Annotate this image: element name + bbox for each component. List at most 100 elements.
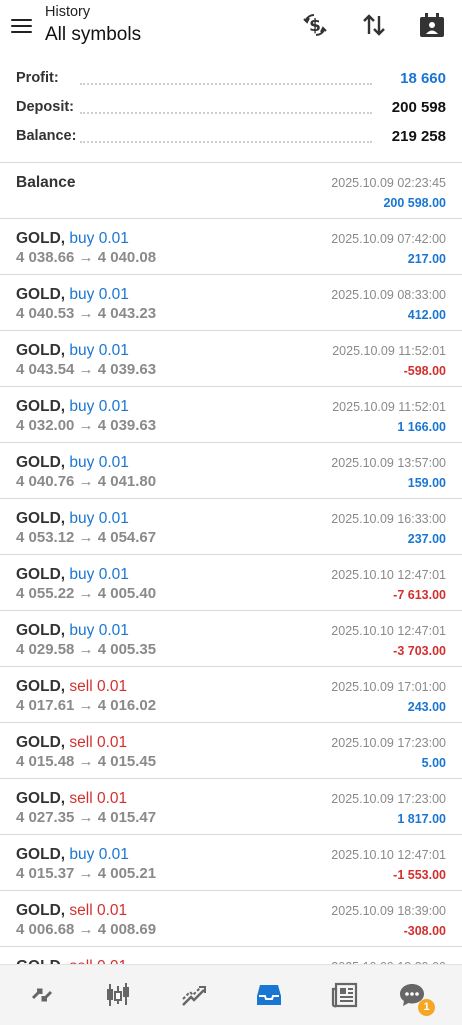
deposit-row: Deposit: 200 598 [0, 93, 462, 122]
trade-title: GOLD, buy 0.01 [16, 342, 129, 360]
trade-title: GOLD, buy 0.01 [16, 846, 129, 864]
trade-profit: 159.00 [407, 476, 446, 490]
trade-row[interactable]: GOLD, buy 0.01 4 032.00 → 4 039.63 2025.10… [0, 387, 462, 443]
trade-symbol: GOLD, [16, 790, 66, 807]
trade-row[interactable]: GOLD, buy 0.01 4 055.22 → 4 005.40 2025.10… [0, 555, 462, 611]
trade-row[interactable]: GOLD, buy 0.01 4 040.76 → 4 041.80 2025.10… [0, 443, 462, 499]
deposit-filter-icon[interactable]: $ [300, 10, 330, 40]
trade-prices: 4 027.35 → 4 015.47 [16, 809, 157, 826]
trade-row[interactable]: GOLD, sell 0.01 4 006.68 → 4 008.69 2025.1… [0, 891, 462, 947]
trade-date: 2025.10.09 11:52:01 [332, 344, 446, 358]
history-list[interactable]: Balance 2025.10.09 02:23:45 200 598.00 G… [0, 163, 462, 1003]
calendar-period-icon[interactable] [417, 10, 447, 40]
balance-value: 219 258 [391, 128, 446, 145]
trade-profit: -308.00 [403, 924, 446, 938]
trade-row[interactable]: GOLD, buy 0.01 4 043.54 → 4 039.63 2025.10… [0, 331, 462, 387]
trade-side-label: buy [69, 622, 95, 639]
trade-row[interactable]: GOLD, buy 0.01 4 040.53 → 4 043.23 2025.10… [0, 275, 462, 331]
trade-row[interactable]: GOLD, buy 0.01 4 015.37 → 4 005.21 2025.10… [0, 835, 462, 891]
trade-side-label: buy [69, 342, 95, 359]
trade-side: sell 0.01 [69, 902, 127, 919]
trade-volume: 0.01 [96, 902, 128, 919]
balance-entry-row[interactable]: Balance 2025.10.09 02:23:45 200 598.00 [0, 163, 462, 219]
header-subtitle: History [45, 4, 91, 20]
trade-side: buy 0.01 [69, 342, 128, 359]
trade-row[interactable]: GOLD, sell 0.01 4 017.61 → 4 016.02 2025.1… [0, 667, 462, 723]
sort-icon[interactable] [359, 10, 389, 40]
trade-side: buy 0.01 [69, 846, 128, 863]
trade-prices: 4 032.00 → 4 039.63 [16, 417, 157, 434]
trade-symbol: GOLD, [16, 566, 66, 583]
trade-icon[interactable] [174, 975, 214, 1015]
trade-title: GOLD, buy 0.01 [16, 286, 129, 304]
balance-entry-title: Balance [16, 174, 76, 191]
history-icon[interactable] [249, 975, 289, 1015]
trade-row[interactable]: GOLD, buy 0.01 4 053.12 → 4 054.67 2025.10… [0, 499, 462, 555]
trade-prices: 4 055.22 → 4 005.40 [16, 585, 157, 602]
trade-symbol: GOLD, [16, 622, 66, 639]
trade-side: buy 0.01 [69, 230, 128, 247]
trade-side: buy 0.01 [69, 510, 128, 527]
trade-profit: -598.00 [403, 364, 446, 378]
trade-prices: 4 040.53 → 4 043.23 [16, 305, 157, 322]
trade-prices: 4 006.68 → 4 008.69 [16, 921, 157, 938]
trade-date: 2025.10.10 12:47:01 [331, 848, 446, 862]
bottom-nav: 1 [0, 964, 462, 1025]
chart-icon[interactable] [98, 975, 138, 1015]
trade-side-label: buy [69, 286, 95, 303]
profit-row: Profit: 18 660 [0, 64, 462, 93]
trade-volume: 0.01 [98, 342, 129, 359]
trade-side-label: sell [69, 678, 93, 695]
trade-symbol: GOLD, [16, 734, 66, 751]
trade-title: GOLD, buy 0.01 [16, 566, 129, 584]
trade-date: 2025.10.10 12:47:01 [331, 624, 446, 638]
trade-row[interactable]: GOLD, buy 0.01 4 029.58 → 4 005.35 2025.10… [0, 611, 462, 667]
trade-side: sell 0.01 [69, 678, 127, 695]
trade-profit: -7 613.00 [393, 588, 446, 602]
trade-symbol: GOLD, [16, 342, 66, 359]
trade-side-label: buy [69, 510, 95, 527]
svg-text:$: $ [309, 16, 321, 36]
messages-badge: 1 [418, 999, 435, 1016]
trade-side: sell 0.01 [69, 734, 127, 751]
trade-title: GOLD, buy 0.01 [16, 454, 129, 472]
trade-side-label: buy [69, 398, 95, 415]
trade-prices: 4 017.61 → 4 016.02 [16, 697, 157, 714]
header-title[interactable]: All symbols [45, 24, 141, 46]
trade-side: buy 0.01 [69, 454, 128, 471]
trade-prices: 4 015.37 → 4 005.21 [16, 865, 157, 882]
trade-prices: 4 038.66 → 4 040.08 [16, 249, 157, 266]
trade-side-label: sell [69, 790, 93, 807]
trade-title: GOLD, sell 0.01 [16, 678, 127, 696]
trade-symbol: GOLD, [16, 510, 66, 527]
quotes-icon[interactable] [22, 975, 62, 1015]
trade-side: sell 0.01 [69, 790, 127, 807]
trade-side-label: buy [69, 566, 95, 583]
trade-title: GOLD, sell 0.01 [16, 790, 127, 808]
trade-profit: 217.00 [407, 252, 446, 266]
trade-volume: 0.01 [96, 790, 128, 807]
trade-prices: 4 053.12 → 4 054.67 [16, 529, 157, 546]
leader-dots [80, 83, 372, 85]
trade-symbol: GOLD, [16, 398, 66, 415]
balance-entry-date: 2025.10.09 02:23:45 [331, 176, 446, 190]
trade-symbol: GOLD, [16, 846, 66, 863]
news-icon[interactable] [325, 975, 365, 1015]
trade-row[interactable]: GOLD, sell 0.01 4 015.48 → 4 015.45 2025.1… [0, 723, 462, 779]
messages-icon[interactable]: 1 [392, 975, 435, 1016]
trade-volume: 0.01 [96, 678, 128, 695]
trade-volume: 0.01 [98, 846, 129, 863]
trade-row[interactable]: GOLD, buy 0.01 4 038.66 → 4 040.08 2025.10… [0, 219, 462, 275]
trade-date: 2025.10.09 07:42:00 [331, 232, 446, 246]
menu-icon[interactable] [10, 14, 34, 38]
trade-side: buy 0.01 [69, 622, 128, 639]
balance-label: Balance: [16, 128, 81, 144]
trade-profit: -1 553.00 [393, 868, 446, 882]
trade-date: 2025.10.09 17:23:00 [331, 736, 446, 750]
trade-symbol: GOLD, [16, 286, 66, 303]
trade-profit: 243.00 [407, 700, 446, 714]
trade-prices: 4 040.76 → 4 041.80 [16, 473, 157, 490]
trade-date: 2025.10.09 17:01:00 [331, 680, 446, 694]
trade-side: buy 0.01 [69, 398, 128, 415]
trade-row[interactable]: GOLD, sell 0.01 4 027.35 → 4 015.47 2025.1… [0, 779, 462, 835]
